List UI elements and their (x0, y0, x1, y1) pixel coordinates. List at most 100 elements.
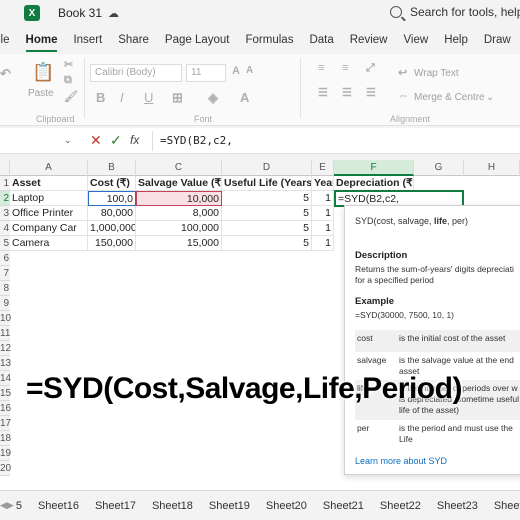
tab-formulas[interactable]: Formulas (238, 28, 302, 52)
merge-icon[interactable]: ⇔ (398, 90, 409, 102)
align-center-icon[interactable]: ☰ (342, 86, 352, 99)
tab-insert[interactable]: Insert (65, 28, 110, 52)
tab-view[interactable]: View (395, 28, 436, 52)
paste-icon[interactable]: 📋 (32, 62, 54, 83)
align-middle-icon[interactable]: ≡ (342, 62, 348, 74)
row-header[interactable]: 18 (0, 431, 11, 446)
table-cell[interactable]: Office Printer (10, 206, 88, 221)
column-header[interactable]: H (464, 160, 520, 176)
row-header[interactable]: 5 (0, 236, 10, 251)
table-header-cell[interactable]: Asset (10, 176, 88, 191)
row-header[interactable]: 16 (0, 401, 11, 416)
scroll-right-icon[interactable]: ▶ (7, 500, 14, 511)
table-cell[interactable]: 5 (222, 236, 312, 251)
table-cell[interactable]: 80,000 (88, 206, 136, 221)
column-header[interactable]: D (222, 160, 312, 176)
table-header-cell[interactable]: Cost (₹) (88, 176, 136, 191)
table-header-cell[interactable]: Depreciation (₹) (334, 176, 414, 191)
copy-icon[interactable]: ⧉ (64, 74, 72, 87)
column-header[interactable]: B (88, 160, 136, 176)
row-header[interactable]: 10 (0, 311, 11, 326)
sheet-tab[interactable]: Sheet21 (315, 500, 372, 512)
table-cell[interactable]: 1 (312, 221, 334, 236)
sheet-tab[interactable]: Sheet23 (429, 500, 486, 512)
row-header[interactable]: 14 (0, 371, 11, 386)
sheet-tab[interactable]: Sheet24 (486, 500, 520, 512)
select-all-corner[interactable] (0, 160, 10, 176)
orientation-icon[interactable]: ⤢ (366, 62, 375, 75)
merge-dropdown-icon[interactable]: ⌄ (486, 92, 494, 103)
table-cell[interactable]: 100,000 (136, 221, 222, 236)
row-header[interactable]: 13 (0, 356, 11, 371)
row-header[interactable]: 17 (0, 416, 11, 431)
table-cell[interactable]: 5 (222, 206, 312, 221)
table-cell[interactable]: 5 (222, 221, 312, 236)
row-header[interactable]: 19 (0, 446, 11, 461)
underline-button[interactable]: U (144, 90, 153, 105)
row-header[interactable]: 15 (0, 386, 11, 401)
table-cell[interactable]: 5 (222, 191, 312, 206)
align-left-icon[interactable]: ☰ (318, 86, 328, 99)
row-header[interactable]: 1 (0, 176, 10, 191)
align-top-icon[interactable]: ≡ (318, 62, 324, 74)
referenced-cost-cell[interactable]: 100,0 (88, 191, 136, 206)
table-cell[interactable]: 1 (312, 236, 334, 251)
sheet-tab[interactable]: 5 (14, 500, 30, 512)
column-header[interactable]: G (414, 160, 464, 176)
row-header[interactable]: 3 (0, 206, 10, 221)
tab-data[interactable]: Data (301, 28, 341, 52)
sheet-tab[interactable]: Sheet20 (258, 500, 315, 512)
accept-entry-icon[interactable]: ✓ (110, 132, 122, 149)
bold-button[interactable]: B (96, 90, 105, 105)
tab-home[interactable]: Home (18, 28, 66, 52)
font-size-box[interactable]: 11 (186, 64, 226, 82)
paste-label[interactable]: Paste (28, 88, 54, 99)
sheet-tab[interactable]: Sheet22 (372, 500, 429, 512)
cancel-entry-icon[interactable]: ✕ (90, 132, 102, 149)
row-header[interactable]: 6 (0, 251, 10, 266)
table-cell[interactable]: 8,000 (136, 206, 222, 221)
undo-icon[interactable]: ↶ (0, 66, 11, 82)
column-header[interactable]: C (136, 160, 222, 176)
row-header[interactable]: 11 (0, 326, 10, 341)
sheet-tab[interactable]: Sheet18 (144, 500, 201, 512)
tab-file[interactable]: ile (0, 28, 18, 52)
tab-page-layout[interactable]: Page Layout (157, 28, 238, 52)
format-painter-icon[interactable]: 🖌 (64, 90, 78, 103)
scroll-left-icon[interactable]: ◀ (0, 500, 7, 511)
row-header[interactable]: 7 (0, 266, 10, 281)
align-right-icon[interactable]: ☰ (366, 86, 376, 99)
italic-button[interactable]: I (120, 90, 124, 105)
font-name-box[interactable]: Calibri (Body) (90, 64, 182, 82)
sheet-tab[interactable]: Sheet19 (201, 500, 258, 512)
tab-review[interactable]: Review (342, 28, 396, 52)
table-cell[interactable]: 1 (312, 191, 334, 206)
formula-input[interactable]: =SYD(B2,c2, (160, 134, 233, 147)
decrease-font-icon[interactable]: A (246, 65, 253, 76)
row-header[interactable]: 9 (0, 296, 10, 311)
tab-help[interactable]: Help (436, 28, 476, 52)
table-cell[interactable]: Camera (10, 236, 88, 251)
tab-draw[interactable]: Draw (476, 28, 519, 52)
sheet-tab[interactable]: Sheet17 (87, 500, 144, 512)
fill-color-icon[interactable]: ◈ (208, 90, 218, 106)
table-header-cell[interactable]: Salvage Value (₹) (136, 176, 222, 191)
column-header[interactable]: E (312, 160, 334, 176)
column-header[interactable]: F (334, 160, 414, 176)
search-box[interactable]: Search for tools, help, (390, 2, 520, 22)
cut-icon[interactable]: ✂ (64, 58, 73, 71)
row-header[interactable]: 20 (0, 461, 11, 476)
row-header[interactable]: 4 (0, 221, 10, 236)
wrap-text-icon[interactable]: ↩ (398, 66, 407, 79)
insert-function-button[interactable]: fx (130, 133, 139, 147)
sheet-tab[interactable]: Sheet16 (30, 500, 87, 512)
row-header[interactable]: 2 (0, 191, 10, 206)
table-header-cell[interactable]: Year (312, 176, 334, 191)
table-header-cell[interactable]: Useful Life (Years) (222, 176, 312, 191)
learn-more-link[interactable]: Learn more about SYD (355, 456, 447, 466)
borders-icon[interactable]: ⊞ (172, 90, 183, 106)
increase-font-icon[interactable]: A (232, 65, 240, 77)
tab-share[interactable]: Share (110, 28, 157, 52)
table-cell[interactable]: 150,000 (88, 236, 136, 251)
table-cell[interactable]: Company Car (10, 221, 88, 236)
